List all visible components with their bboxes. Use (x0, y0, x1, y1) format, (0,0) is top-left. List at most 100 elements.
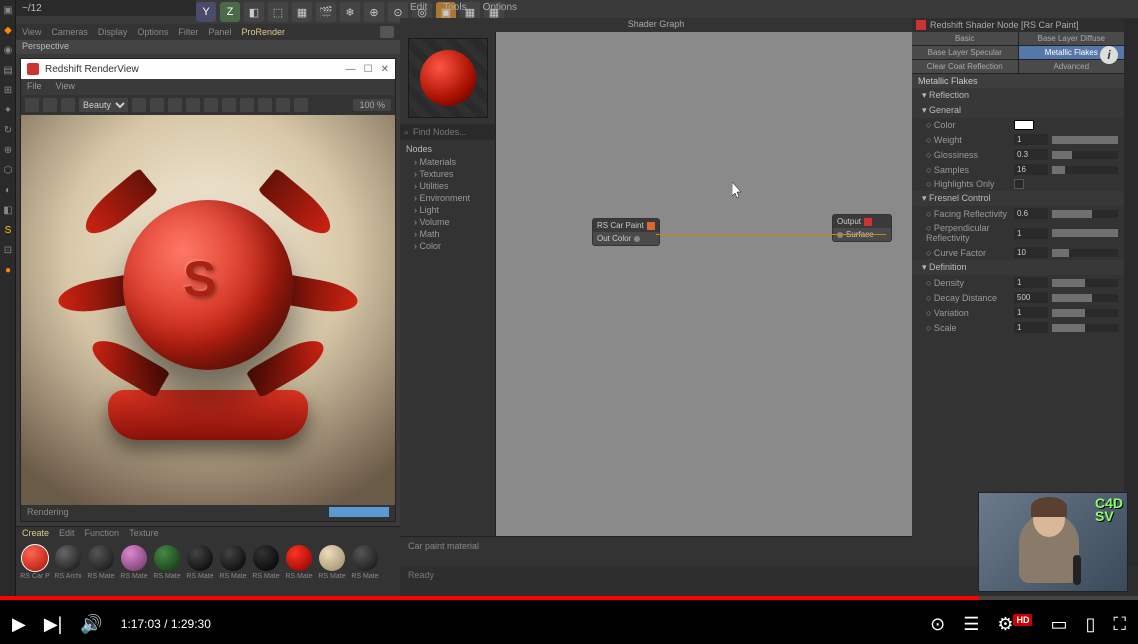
property-value[interactable]: 1 (1014, 134, 1048, 145)
node-wire[interactable] (656, 234, 886, 235)
node-output[interactable]: Output Surface (832, 214, 892, 242)
slider[interactable] (1052, 229, 1118, 237)
render-tool-icon[interactable] (168, 98, 182, 112)
fullscreen-button[interactable]: ⛶ (1113, 614, 1126, 635)
material-tab[interactable]: Texture (129, 528, 159, 540)
tool-icon[interactable]: ↻ (0, 120, 16, 140)
group-header[interactable]: ▾ Definition (912, 260, 1124, 275)
viewport-menu-item[interactable]: Filter (178, 27, 198, 37)
material-swatch[interactable]: RS Mate (251, 545, 281, 592)
shelf-icon[interactable]: ⊕ (364, 2, 384, 22)
viewport-menu-item[interactable]: Cameras (51, 27, 88, 37)
node-rs-car-paint[interactable]: RS Car Paint Out Color (592, 218, 660, 246)
find-nodes-input[interactable]: ⌕ Find Nodes... (400, 124, 495, 140)
render-tool-icon[interactable] (204, 98, 218, 112)
shelf-icon[interactable]: 🎬 (316, 2, 336, 22)
material-swatch[interactable]: RS Archi (53, 545, 83, 592)
maximize-icon[interactable]: ☐ (364, 64, 373, 75)
render-tool-icon[interactable] (132, 98, 146, 112)
tool-icon[interactable]: ▣ (0, 0, 16, 20)
render-tool-icon[interactable] (186, 98, 200, 112)
material-swatch[interactable]: RS Mate (185, 545, 215, 592)
material-swatch[interactable]: RS Mate (119, 545, 149, 592)
tree-item[interactable]: › Textures (406, 168, 489, 180)
render-menu-item[interactable]: File (27, 81, 42, 93)
slider[interactable] (1052, 279, 1118, 287)
menu-edit[interactable]: Edit (410, 2, 427, 13)
render-tool-icon[interactable] (240, 98, 254, 112)
viewport-menu-item[interactable]: Options (137, 27, 168, 37)
autoplay-toggle[interactable]: ⊙ (930, 614, 945, 635)
shelf-icon[interactable]: ▦ (292, 2, 312, 22)
theater-button[interactable]: ▯ (1085, 614, 1095, 635)
tool-icon[interactable]: ⊕ (0, 140, 16, 160)
attr-tab[interactable]: Basic (912, 32, 1018, 45)
attr-tab[interactable]: Base Layer Diffuse (1019, 32, 1125, 45)
close-icon[interactable]: ✕ (381, 64, 389, 75)
tool-icon[interactable]: S (0, 220, 16, 240)
tool-icon[interactable]: ● (0, 260, 16, 280)
property-value[interactable]: 1 (1014, 228, 1048, 239)
property-value[interactable]: 1 (1014, 307, 1048, 318)
stop-button[interactable] (43, 98, 57, 112)
slider[interactable] (1052, 136, 1118, 144)
render-tool-icon[interactable] (294, 98, 308, 112)
tool-icon[interactable]: ⊡ (0, 240, 16, 260)
tree-item[interactable]: › Light (406, 204, 489, 216)
material-swatch[interactable]: RS Mate (218, 545, 248, 592)
minimize-icon[interactable]: — (346, 64, 356, 75)
zoom-value[interactable]: 100 % (353, 99, 391, 111)
render-tool-icon[interactable] (258, 98, 272, 112)
render-tool-icon[interactable] (150, 98, 164, 112)
tree-item[interactable]: › Volume (406, 216, 489, 228)
material-swatch[interactable]: RS Mate (284, 545, 314, 592)
slider[interactable] (1052, 324, 1118, 332)
render-menu-item[interactable]: View (56, 81, 75, 93)
viewport-menu-item[interactable]: Panel (208, 27, 231, 37)
slider[interactable] (1052, 294, 1118, 302)
group-header[interactable]: ▾ General (912, 103, 1124, 118)
next-button[interactable]: ▶| (44, 614, 63, 635)
group-header[interactable]: ▾ Fresnel Control (912, 191, 1124, 206)
miniplayer-button[interactable]: ▭ (1050, 614, 1067, 635)
viewport-menu-item[interactable]: View (22, 27, 41, 37)
viewport-menu-item[interactable]: Display (98, 27, 128, 37)
property-value[interactable]: 1 (1014, 277, 1048, 288)
material-tab[interactable]: Edit (59, 528, 75, 540)
play-button[interactable]: ▶ (12, 614, 26, 635)
tree-item[interactable]: › Math (406, 228, 489, 240)
slider[interactable] (1052, 249, 1118, 257)
settings-icon[interactable]: ⚙HD (997, 614, 1032, 635)
slider[interactable] (1052, 309, 1118, 317)
material-swatch[interactable]: RS Mate (317, 545, 347, 592)
captions-button[interactable]: ☰ (963, 614, 979, 635)
property-value[interactable]: 1 (1014, 322, 1048, 333)
slider[interactable] (1052, 166, 1118, 174)
tool-icon[interactable]: ◧ (0, 200, 16, 220)
shelf-icon[interactable]: Y (196, 2, 216, 22)
render-button[interactable] (25, 98, 39, 112)
property-value[interactable]: 0.6 (1014, 208, 1048, 219)
info-icon[interactable]: i (1100, 46, 1118, 64)
tool-icon[interactable]: ▤ (0, 60, 16, 80)
tree-item[interactable]: › Utilities (406, 180, 489, 192)
slider[interactable] (1052, 151, 1118, 159)
tool-icon[interactable]: ◉ (0, 40, 16, 60)
output-port[interactable] (634, 236, 640, 242)
tree-item[interactable]: › Materials (406, 156, 489, 168)
render-tool-icon[interactable] (276, 98, 290, 112)
property-value[interactable]: 0.3 (1014, 149, 1048, 160)
shader-canvas[interactable]: RS Car Paint Out Color Output Surface (496, 32, 912, 536)
shelf-icon[interactable]: Z (220, 2, 240, 22)
refresh-button[interactable] (61, 98, 75, 112)
tool-icon[interactable]: ⬡ (0, 160, 16, 180)
tool-icon[interactable]: ⊞ (0, 80, 16, 100)
material-swatch[interactable]: RS Car P (20, 545, 50, 592)
material-tab[interactable]: Function (85, 528, 120, 540)
tool-icon[interactable]: ◐ (0, 180, 16, 200)
layout-icon[interactable] (380, 26, 394, 38)
tool-icon[interactable]: ✦ (0, 100, 16, 120)
attr-tab[interactable]: Base Layer Specular (912, 46, 1018, 59)
shelf-icon[interactable]: ⬚ (268, 2, 288, 22)
color-swatch[interactable] (1014, 120, 1034, 130)
